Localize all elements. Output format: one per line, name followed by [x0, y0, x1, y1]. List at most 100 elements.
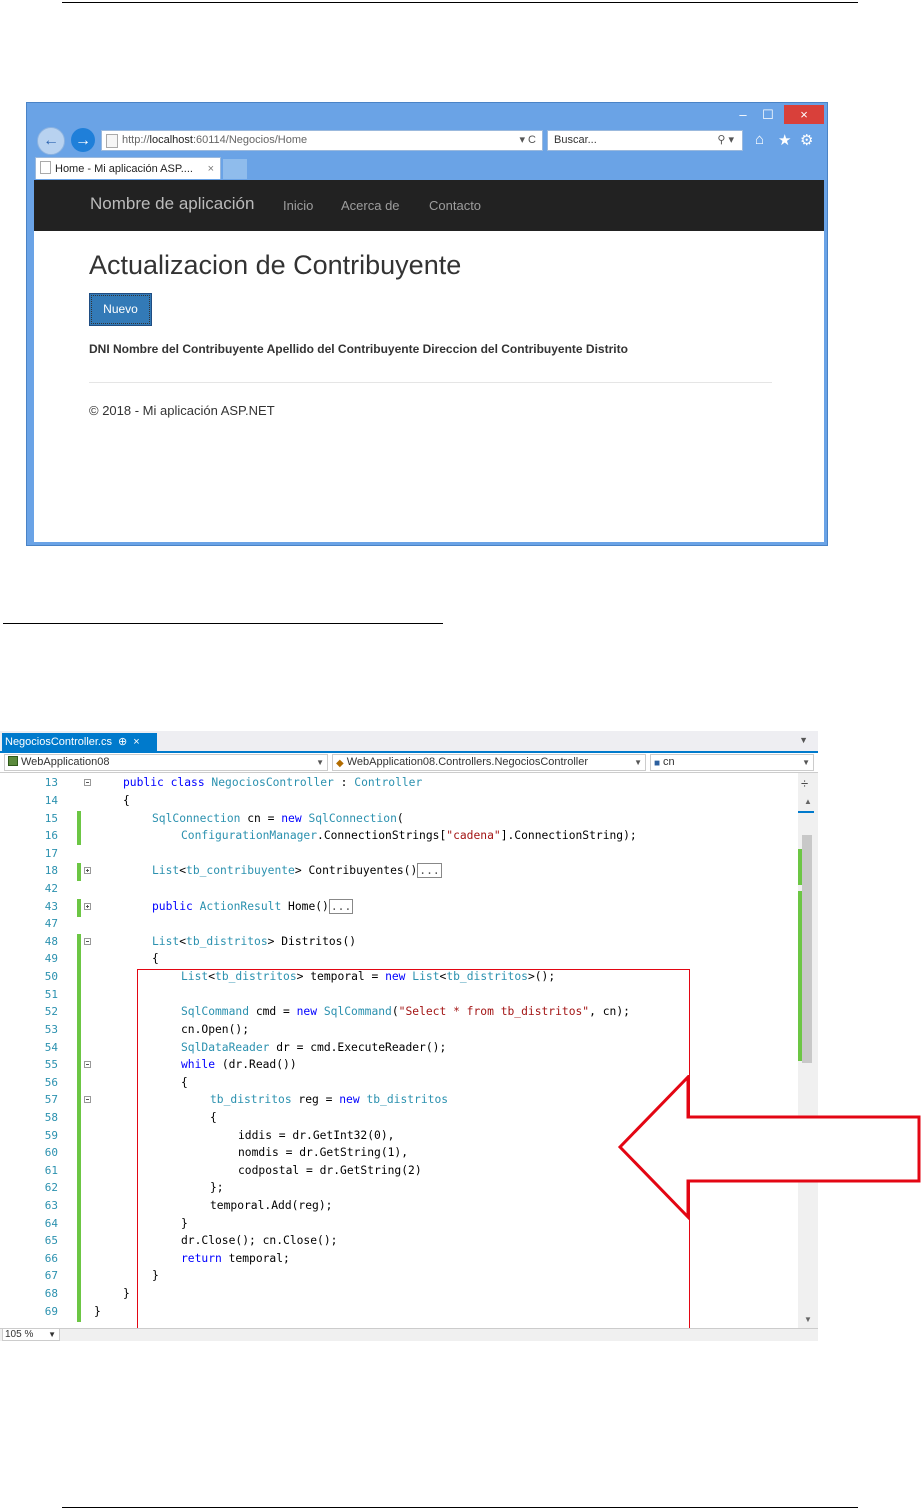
- chevron-down-icon: ▼: [802, 758, 810, 767]
- field-icon: ■: [654, 758, 661, 769]
- line-number: 63: [44, 1199, 58, 1212]
- settings-gear-icon[interactable]: ⚙: [800, 131, 813, 149]
- class-icon: ◆: [336, 758, 344, 769]
- line-number: 49: [44, 952, 58, 965]
- project-icon: [8, 756, 18, 766]
- address-bar[interactable]: http://localhost:60114/Negocios/Home ▾ C: [101, 130, 543, 151]
- code-line: }: [94, 1305, 101, 1318]
- maximize-button[interactable]: ☐: [757, 105, 779, 124]
- document-tab-strip: NegociosController.cs ⊕ × ▼: [0, 731, 818, 751]
- line-number: 51: [44, 988, 58, 1001]
- change-bar: [77, 811, 81, 845]
- code-line: public ActionResult Home()...: [152, 899, 354, 914]
- line-number: 16: [44, 829, 58, 842]
- code-line: {: [152, 952, 159, 965]
- code-editor[interactable]: 13 14 15 16 17 18 42 43 47 48 49 50 51 5…: [0, 773, 798, 1341]
- line-number: 57: [44, 1093, 58, 1106]
- tab-page-icon: [40, 161, 51, 174]
- code-line: public class NegociosController : Contro…: [123, 776, 423, 789]
- line-number: 65: [44, 1234, 58, 1247]
- line-number: 15: [44, 812, 58, 825]
- expand-icon[interactable]: [84, 867, 91, 874]
- line-number: 67: [44, 1269, 58, 1282]
- search-box[interactable]: Buscar... ⚲ ▾: [547, 130, 743, 151]
- change-bar: [77, 899, 81, 917]
- app-brand-link[interactable]: Nombre de aplicación: [90, 194, 254, 214]
- line-number: 64: [44, 1217, 58, 1230]
- arrow-shape: [617, 1075, 921, 1220]
- line-number: 55: [44, 1058, 58, 1071]
- line-number: 54: [44, 1041, 58, 1054]
- refresh-icon[interactable]: ▾ C: [519, 131, 536, 150]
- vertical-scrollbar[interactable]: ÷ ▲ ▼: [798, 773, 818, 1328]
- tab-title: Home - Mi aplicación ASP....: [55, 163, 193, 175]
- forward-arrow-icon[interactable]: →: [71, 128, 95, 152]
- class-dropdown[interactable]: ◆ WebApplication08.Controllers.NegociosCo…: [332, 754, 646, 771]
- page-title: Actualizacion de Contribuyente: [89, 250, 462, 280]
- nuevo-button[interactable]: Nuevo: [89, 293, 152, 326]
- scroll-down-icon[interactable]: ▼: [804, 1315, 812, 1324]
- collapse-icon[interactable]: [84, 779, 91, 786]
- favorites-star-icon[interactable]: ★: [778, 131, 791, 149]
- project-dropdown[interactable]: WebApplication08 ▼: [4, 754, 328, 771]
- chevron-down-icon: ▼: [48, 1330, 56, 1339]
- code-line: SqlConnection cn = new SqlConnection(: [152, 812, 404, 825]
- scrollbar-thumb[interactable]: [802, 835, 812, 1063]
- visual-studio-editor-screenshot: NegociosController.cs ⊕ × ▼ WebApplication…: [0, 731, 818, 1341]
- chevron-down-icon: ▼: [634, 758, 642, 767]
- scroll-up-icon[interactable]: ▲: [804, 797, 812, 806]
- browser-viewport: Nombre de aplicación Inicio Acerca de Co…: [34, 180, 824, 542]
- pin-icon[interactable]: ⊕: [118, 736, 127, 748]
- line-number: 56: [44, 1076, 58, 1089]
- new-tab-button[interactable]: [223, 159, 247, 179]
- collapse-icon[interactable]: [84, 1096, 91, 1103]
- nav-link-acerca[interactable]: Acerca de: [341, 198, 400, 213]
- minimize-button[interactable]: –: [732, 105, 754, 124]
- line-number: 47: [44, 917, 58, 930]
- change-marker: [798, 891, 802, 1061]
- page-footer: © 2018 - Mi aplicación ASP.NET: [89, 403, 275, 418]
- line-number: 69: [44, 1305, 58, 1318]
- code-line: List<tb_distritos> Distritos(): [152, 935, 357, 948]
- collapse-icon[interactable]: [84, 938, 91, 945]
- split-view-icon[interactable]: ÷: [801, 776, 808, 791]
- member-dropdown[interactable]: ■ cn ▼: [650, 754, 814, 771]
- line-number: 58: [44, 1111, 58, 1124]
- line-number: 17: [44, 847, 58, 860]
- tab-overflow-icon[interactable]: ▼: [799, 735, 808, 745]
- expand-icon[interactable]: [84, 903, 91, 910]
- line-number: 18: [44, 864, 58, 877]
- code-line: {: [123, 794, 130, 807]
- search-icon[interactable]: ⚲ ▾: [717, 131, 734, 150]
- zoom-dropdown[interactable]: 105 % ▼: [2, 1328, 60, 1341]
- nav-link-contacto[interactable]: Contacto: [429, 198, 481, 213]
- home-icon[interactable]: ⌂: [755, 131, 764, 148]
- section-underline: [3, 623, 443, 624]
- line-number: 42: [44, 882, 58, 895]
- line-number: 13: [44, 776, 58, 789]
- browser-tab[interactable]: Home - Mi aplicación ASP.... ×: [35, 157, 221, 179]
- nav-link-inicio[interactable]: Inicio: [283, 198, 313, 213]
- line-number: 53: [44, 1023, 58, 1036]
- line-number: 50: [44, 970, 58, 983]
- change-bar: [77, 934, 81, 1322]
- line-number: 52: [44, 1005, 58, 1018]
- browser-window-screenshot: – ☐ × ← → http://localhost:60114/Negocio…: [26, 102, 828, 546]
- collapse-icon[interactable]: [84, 1061, 91, 1068]
- back-arrow-icon[interactable]: ←: [37, 127, 65, 155]
- code-line: ConfigurationManager.ConnectionStrings["…: [181, 829, 637, 842]
- line-number: 43: [44, 900, 58, 913]
- footer-divider: [89, 382, 772, 383]
- search-placeholder: Buscar...: [554, 134, 597, 146]
- zoom-bar: 105 % ▼: [0, 1328, 818, 1341]
- red-pointer-arrow-icon: [617, 1075, 921, 1220]
- line-number: 68: [44, 1287, 58, 1300]
- close-window-button[interactable]: ×: [784, 105, 824, 124]
- document-tab-label: NegociosController.cs: [5, 736, 112, 748]
- highlight-box: [137, 969, 690, 1341]
- tab-close-icon[interactable]: ×: [208, 158, 214, 180]
- document-tab[interactable]: NegociosController.cs ⊕ ×: [2, 733, 157, 751]
- table-header-row: DNI Nombre del Contribuyente Apellido de…: [89, 342, 628, 356]
- page-icon: [106, 134, 118, 148]
- tab-close-icon[interactable]: ×: [133, 736, 139, 748]
